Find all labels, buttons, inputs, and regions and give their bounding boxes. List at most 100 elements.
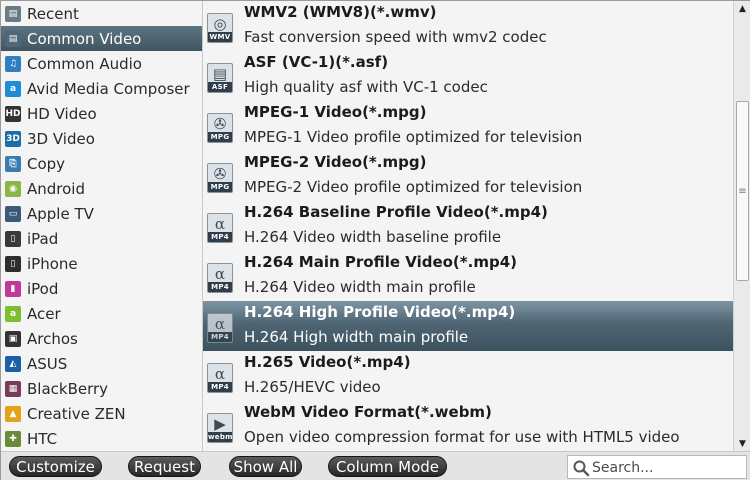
format-title: WebM Video Format(*.webm) xyxy=(244,403,492,421)
category-item-ipod[interactable]: ▮ iPod xyxy=(1,276,202,301)
creative-zen-icon: ▲ xyxy=(5,405,21,422)
scrollbar-thumb[interactable]: ≡ xyxy=(736,101,749,281)
category-item-acer[interactable]: a Acer xyxy=(1,301,202,326)
format-title: H.264 Baseline Profile Video(*.mp4) xyxy=(244,203,548,221)
format-description: H.264 Video width baseline profile xyxy=(244,228,502,246)
format-item[interactable]: α MP4 H.264 High Profile Video(*.mp4) H.264… xyxy=(203,301,733,351)
format-icon-glyph: ▤ xyxy=(212,65,228,83)
category-label: HD Video xyxy=(27,104,97,123)
format-icon-tag: WMV xyxy=(208,32,232,42)
customize-button[interactable]: Customize xyxy=(9,456,102,477)
bottom-toolbar: Customize Request Show All Column Mode xyxy=(1,451,750,480)
format-description: H.264 High width main profile xyxy=(244,328,469,346)
format-description: High quality asf with VC-1 codec xyxy=(244,78,488,96)
category-item-ipad[interactable]: ▯ iPad xyxy=(1,226,202,251)
format-icon-glyph: ◎ xyxy=(213,15,227,33)
format-list-scrollbar[interactable]: ▲ ≡ ▼ xyxy=(733,1,750,451)
category-item-avid-media-composer[interactable]: a Avid Media Composer xyxy=(1,76,202,101)
format-title: ASF (VC-1)(*.asf) xyxy=(244,53,389,71)
webm-icon: ▶ webm xyxy=(207,413,233,443)
archos-icon: ▣ xyxy=(5,330,21,347)
search-input[interactable] xyxy=(592,458,742,477)
format-list: ◎ WMV WMV2 (WMV8)(*.wmv) Fast conversion sp… xyxy=(203,1,733,451)
format-icon-glyph: α xyxy=(214,265,226,283)
category-label: iPhone xyxy=(27,254,78,273)
format-item[interactable]: α MP4 H.265 Video(*.mp4) H.265/HEVC video xyxy=(203,351,733,401)
format-icon-glyph: ▶ xyxy=(214,415,226,433)
mp4-icon: α MP4 xyxy=(207,263,233,293)
format-item[interactable]: ✇ MPG MPEG-2 Video(*.mpg) MPEG-2 Video prof… xyxy=(203,151,733,201)
format-title: H.264 Main Profile Video(*.mp4) xyxy=(244,253,517,271)
format-title: MPEG-1 Video(*.mpg) xyxy=(244,103,427,121)
format-description: Open video compression format for use wi… xyxy=(244,428,680,446)
show-all-button[interactable]: Show All xyxy=(229,456,302,477)
category-label: Creative ZEN xyxy=(27,404,126,423)
android-icon: ◉ xyxy=(5,180,21,197)
category-item-copy[interactable]: ⎘ Copy xyxy=(1,151,202,176)
format-item[interactable]: α MP4 H.264 Baseline Profile Video(*.mp4) H… xyxy=(203,201,733,251)
format-title: H.265 Video(*.mp4) xyxy=(244,353,411,371)
format-icon-glyph: α xyxy=(214,315,226,333)
search-box[interactable] xyxy=(567,455,747,479)
format-icon-tag: MP4 xyxy=(208,332,232,342)
format-description: H.265/HEVC video xyxy=(244,378,381,396)
scroll-down-icon[interactable]: ▼ xyxy=(734,436,750,451)
category-item-iphone[interactable]: ▯ iPhone xyxy=(1,251,202,276)
category-label: Copy xyxy=(27,154,66,173)
category-item-apple-tv[interactable]: ▭ Apple TV xyxy=(1,201,202,226)
category-label: Apple TV xyxy=(27,204,94,223)
category-label: 3D Video xyxy=(27,129,95,148)
format-title: H.264 High Profile Video(*.mp4) xyxy=(244,303,516,321)
format-description: MPEG-1 Video profile optimized for telev… xyxy=(244,128,583,146)
ipad-icon: ▯ xyxy=(5,230,21,247)
category-item-common-video[interactable]: ▤ Common Video xyxy=(1,26,202,51)
category-label: Common Video xyxy=(27,29,142,48)
category-item-asus[interactable]: ◭ ASUS xyxy=(1,351,202,376)
category-label: Recent xyxy=(27,4,79,23)
mpg-icon: ✇ MPG xyxy=(207,113,233,143)
category-label: Common Audio xyxy=(27,54,142,73)
mp4-icon: α MP4 xyxy=(207,313,233,343)
hd-icon: HD xyxy=(5,105,21,122)
asf-icon: ▤ ASF xyxy=(207,63,233,93)
category-label: ASUS xyxy=(27,354,68,373)
format-item[interactable]: ◎ WMV WMV2 (WMV8)(*.wmv) Fast conversion sp… xyxy=(203,1,733,51)
format-icon-glyph: α xyxy=(214,215,226,233)
format-icon-glyph: ✇ xyxy=(213,115,227,133)
category-item-archos[interactable]: ▣ Archos xyxy=(1,326,202,351)
3d-icon: 3D xyxy=(5,130,21,147)
apple-tv-icon: ▭ xyxy=(5,205,21,222)
wmv-icon: ◎ WMV xyxy=(207,13,233,43)
category-item-hd-video[interactable]: HD HD Video xyxy=(1,101,202,126)
format-icon-tag: MPG xyxy=(208,182,232,192)
category-item-creative-zen[interactable]: ▲ Creative ZEN xyxy=(1,401,202,426)
mp4-icon: α MP4 xyxy=(207,363,233,393)
format-item[interactable]: ▶ webm WebM Video Format(*.webm) Open video… xyxy=(203,401,733,451)
film-icon: ▤ xyxy=(5,5,21,22)
category-item-htc[interactable]: ✚ HTC xyxy=(1,426,202,451)
mpg-icon: ✇ MPG xyxy=(207,163,233,193)
format-item[interactable]: ▤ ASF ASF (VC-1)(*.asf) High quality asf wi… xyxy=(203,51,733,101)
request-button[interactable]: Request xyxy=(128,456,201,477)
category-item-common-audio[interactable]: ♫ Common Audio xyxy=(1,51,202,76)
format-item[interactable]: ✇ MPG MPEG-1 Video(*.mpg) MPEG-1 Video prof… xyxy=(203,101,733,151)
format-title: MPEG-2 Video(*.mpg) xyxy=(244,153,427,171)
column-mode-button[interactable]: Column Mode xyxy=(328,456,447,477)
format-icon-glyph: α xyxy=(214,365,226,383)
category-label: iPad xyxy=(27,229,59,248)
category-item-recent[interactable]: ▤ Recent xyxy=(1,1,202,26)
format-icon-tag: MP4 xyxy=(208,232,232,242)
format-item[interactable]: α MP4 H.264 Main Profile Video(*.mp4) H.264… xyxy=(203,251,733,301)
category-label: Acer xyxy=(27,304,61,323)
film-icon: ▤ xyxy=(5,30,21,47)
acer-icon: a xyxy=(5,305,21,322)
category-label: Archos xyxy=(27,329,78,348)
category-item-blackberry[interactable]: ▦ BlackBerry xyxy=(1,376,202,401)
search-icon xyxy=(573,460,590,477)
scroll-up-icon[interactable]: ▲ xyxy=(734,1,750,16)
category-item-android[interactable]: ◉ Android xyxy=(1,176,202,201)
category-label: HTC xyxy=(27,429,58,448)
htc-icon: ✚ xyxy=(5,430,21,447)
format-icon-tag: webm xyxy=(208,432,233,442)
category-item-3d-video[interactable]: 3D 3D Video xyxy=(1,126,202,151)
